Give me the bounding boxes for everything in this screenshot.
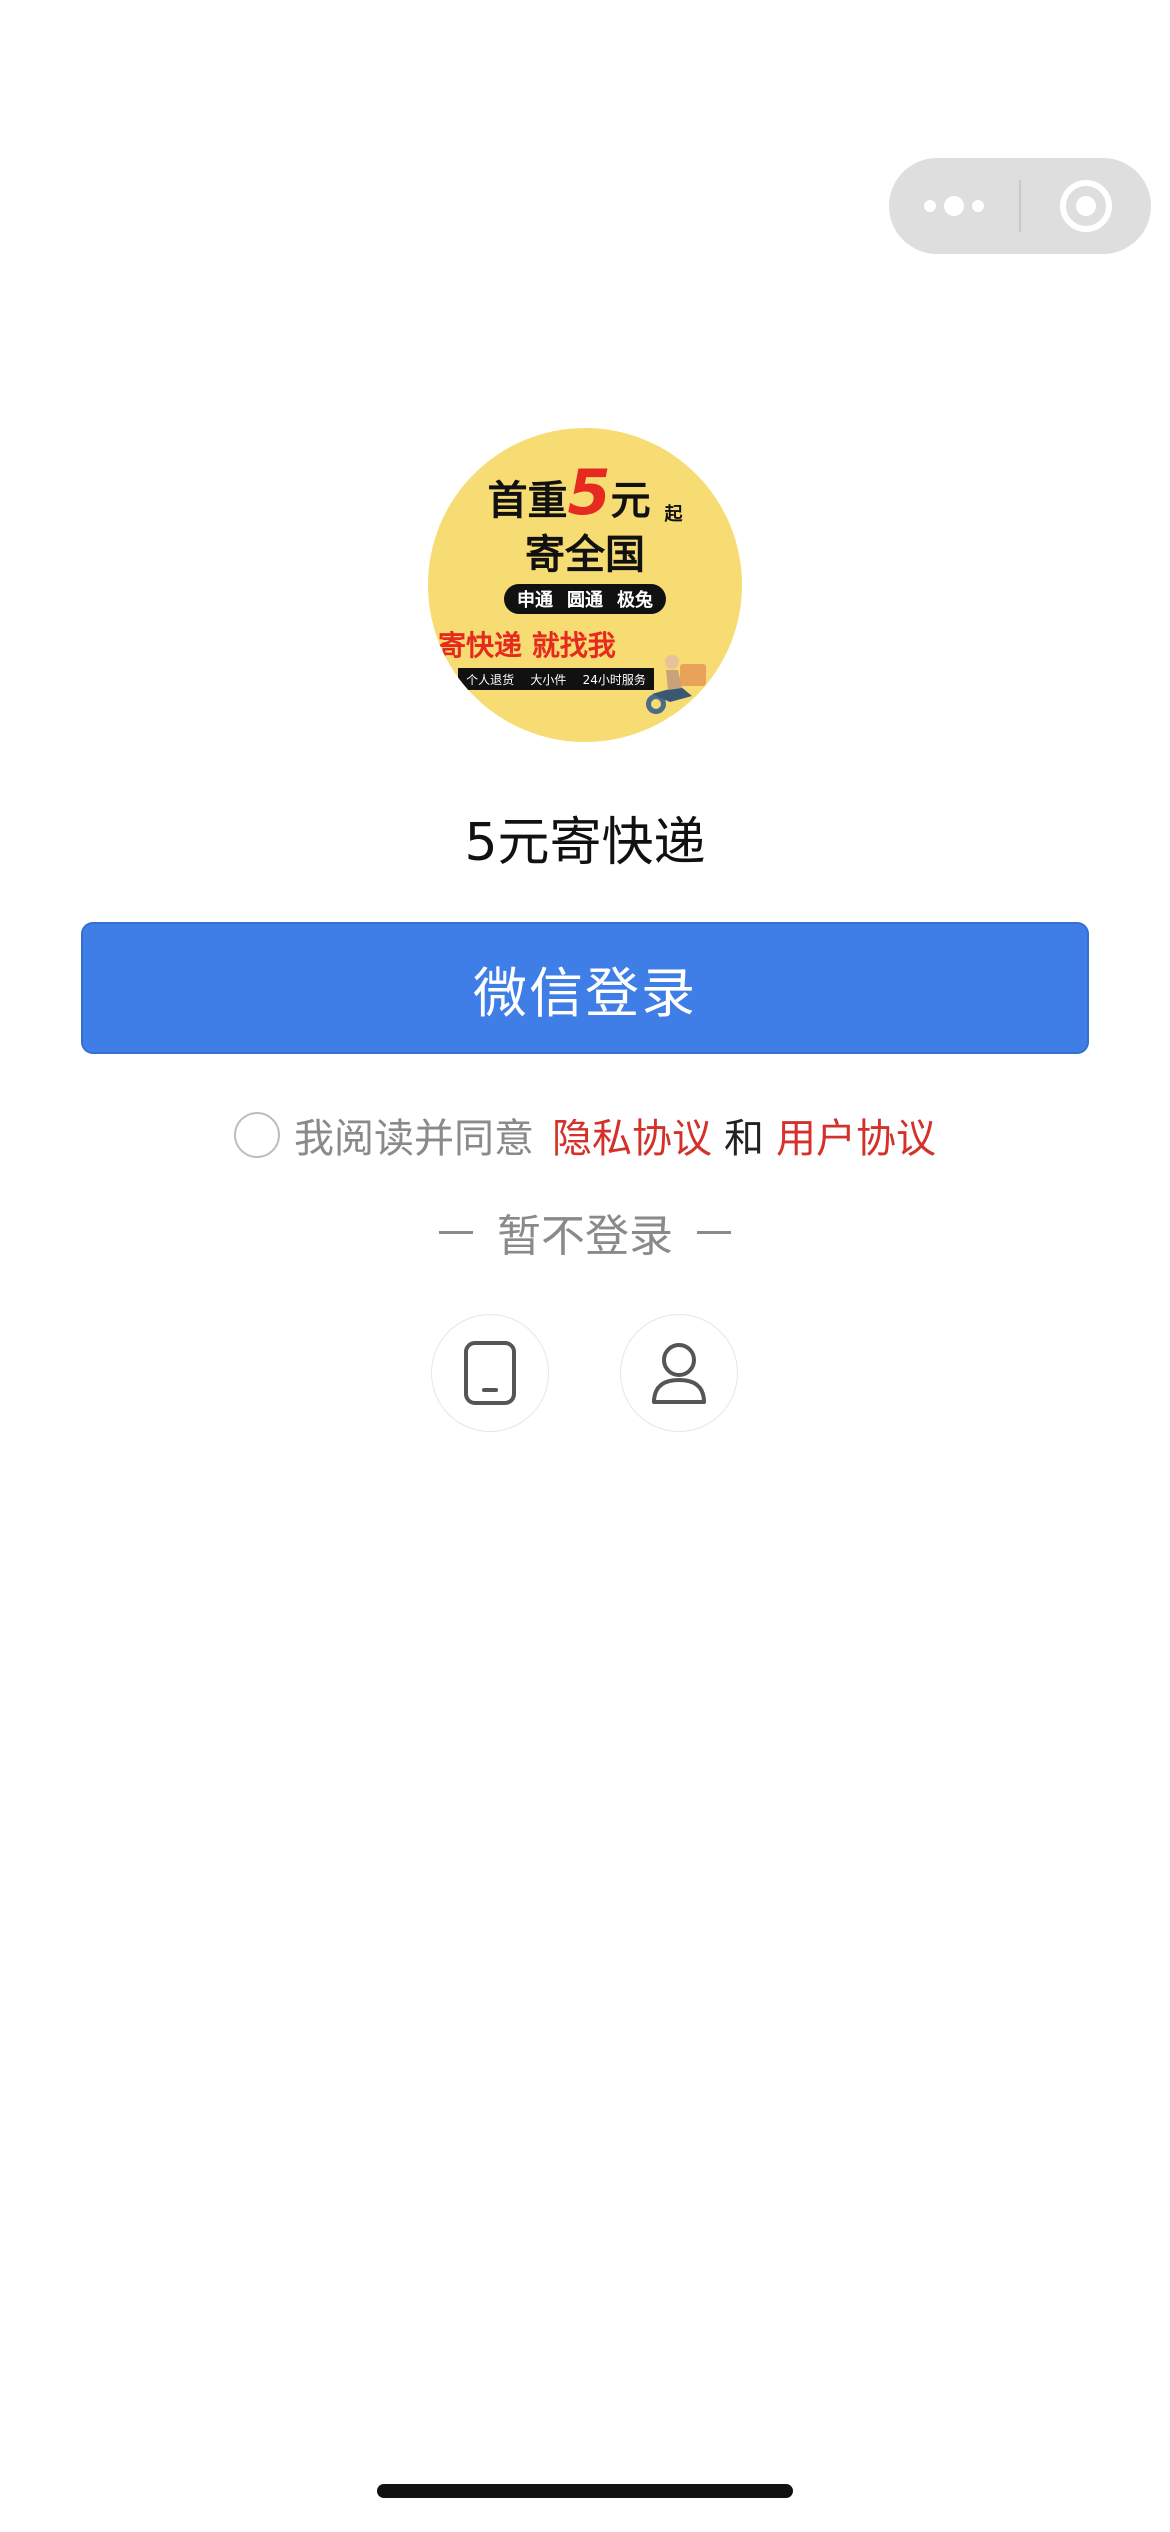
logo-carriers: 申通 圆通 极兔 <box>504 584 666 614</box>
close-miniprogram-button[interactable] <box>1021 158 1151 254</box>
phone-icon <box>464 1341 516 1405</box>
more-button[interactable] <box>889 158 1019 254</box>
privacy-policy-link[interactable]: 隐私协议 <box>552 1106 712 1164</box>
phone-login-button[interactable] <box>431 1314 549 1432</box>
user-icon <box>652 1343 706 1404</box>
agreement-prefix: 我阅读并同意 <box>294 1116 534 1162</box>
agreement-row: 我阅读并同意 隐私协议 和 用户协议 <box>0 1106 1170 1164</box>
app-name: 5元寄快递 <box>464 813 706 873</box>
dash-right <box>697 1230 731 1234</box>
agree-checkbox[interactable] <box>234 1112 280 1158</box>
skip-login-button[interactable]: 暂不登录 <box>0 1200 1170 1264</box>
more-dots-icon <box>924 196 984 216</box>
logo-headline: 首重5元 起 <box>487 456 683 529</box>
miniprogram-capsule <box>889 158 1151 254</box>
logo-subheadline: 寄全国 <box>525 532 645 578</box>
app-logo: 首重5元 起 寄全国 申通 圆通 极兔 寄快递 就找我 个人退货 大小件 24小… <box>428 428 742 742</box>
user-agreement-link[interactable]: 用户协议 <box>776 1106 936 1164</box>
home-indicator <box>377 2484 793 2498</box>
delivery-rider-icon <box>646 655 706 714</box>
wechat-login-button[interactable]: 微信登录 <box>81 922 1089 1054</box>
account-login-button[interactable] <box>620 1314 738 1432</box>
logo-slogan: 寄快递 就找我 <box>438 629 616 662</box>
logo-tags: 个人退货 大小件 24小时服务 <box>458 668 654 690</box>
agreement-and: 和 <box>724 1116 764 1162</box>
skip-login-label: 暂不登录 <box>497 1211 673 1262</box>
login-page: 首重5元 起 寄全国 申通 圆通 极兔 寄快递 就找我 个人退货 大小件 24小… <box>0 0 1170 2532</box>
target-icon <box>1060 180 1112 232</box>
dash-left <box>439 1230 473 1234</box>
